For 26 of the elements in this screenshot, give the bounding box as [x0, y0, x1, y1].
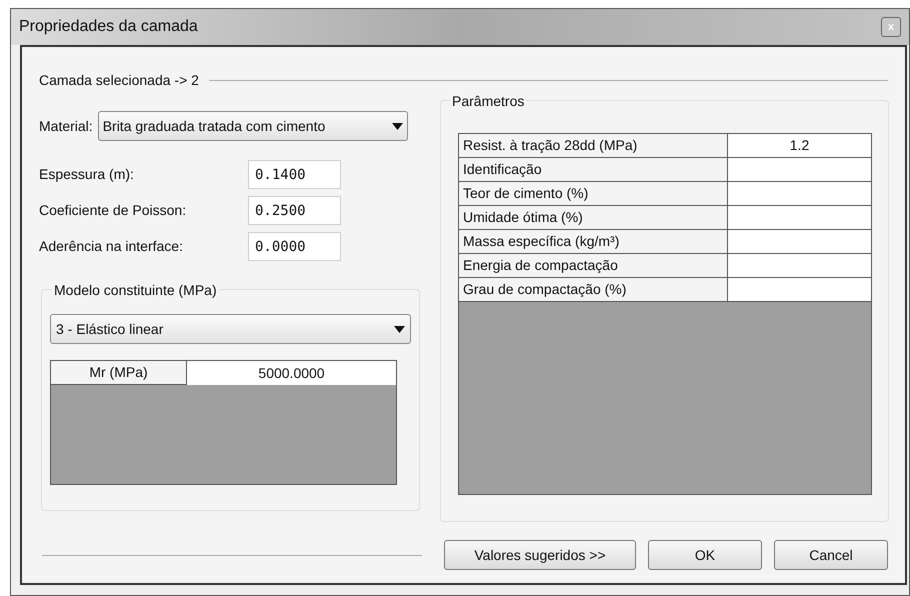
- model-dropdown[interactable]: 3 - Elástico linear: [50, 314, 411, 344]
- material-label: Material:: [39, 116, 93, 136]
- dialog-button[interactable]: Valores sugeridos >>: [444, 540, 636, 570]
- row-header: Mr (MPa): [51, 361, 187, 385]
- material-dropdown[interactable]: Brita graduada tratada com cimento: [98, 111, 408, 141]
- field-label: Coeficiente de Poisson:: [39, 201, 188, 220]
- input-field[interactable]: 0.0000: [248, 232, 341, 261]
- row-header: Resist. à tração 28dd (MPa): [459, 134, 728, 157]
- dialog-button[interactable]: Cancel: [774, 540, 888, 570]
- row-header: Energia de compactação: [459, 254, 728, 277]
- row-header: Teor de cimento (%): [459, 182, 728, 205]
- table-cell: 5000.0000: [187, 361, 396, 385]
- section-title: Camada selecionada -> 2: [39, 70, 199, 90]
- row-header: Massa específica (kg/m³): [459, 230, 728, 253]
- row-header: Umidade ótima (%): [459, 206, 728, 229]
- caret-icon: [392, 122, 403, 130]
- window-title: Propriedades da camada: [19, 17, 198, 37]
- row-header: Grau de compactação (%): [459, 278, 728, 301]
- input-field[interactable]: 0.2500: [248, 196, 341, 225]
- table-cell: 1.2: [728, 134, 871, 157]
- row-header: Identificação: [459, 158, 728, 181]
- field-label: Aderência na interface:: [39, 237, 184, 256]
- dialog-button[interactable]: OK: [648, 540, 762, 570]
- field-label: Espessura (m):: [39, 165, 135, 184]
- input-field[interactable]: 0.1400: [248, 160, 341, 189]
- caret-icon: [394, 326, 405, 332]
